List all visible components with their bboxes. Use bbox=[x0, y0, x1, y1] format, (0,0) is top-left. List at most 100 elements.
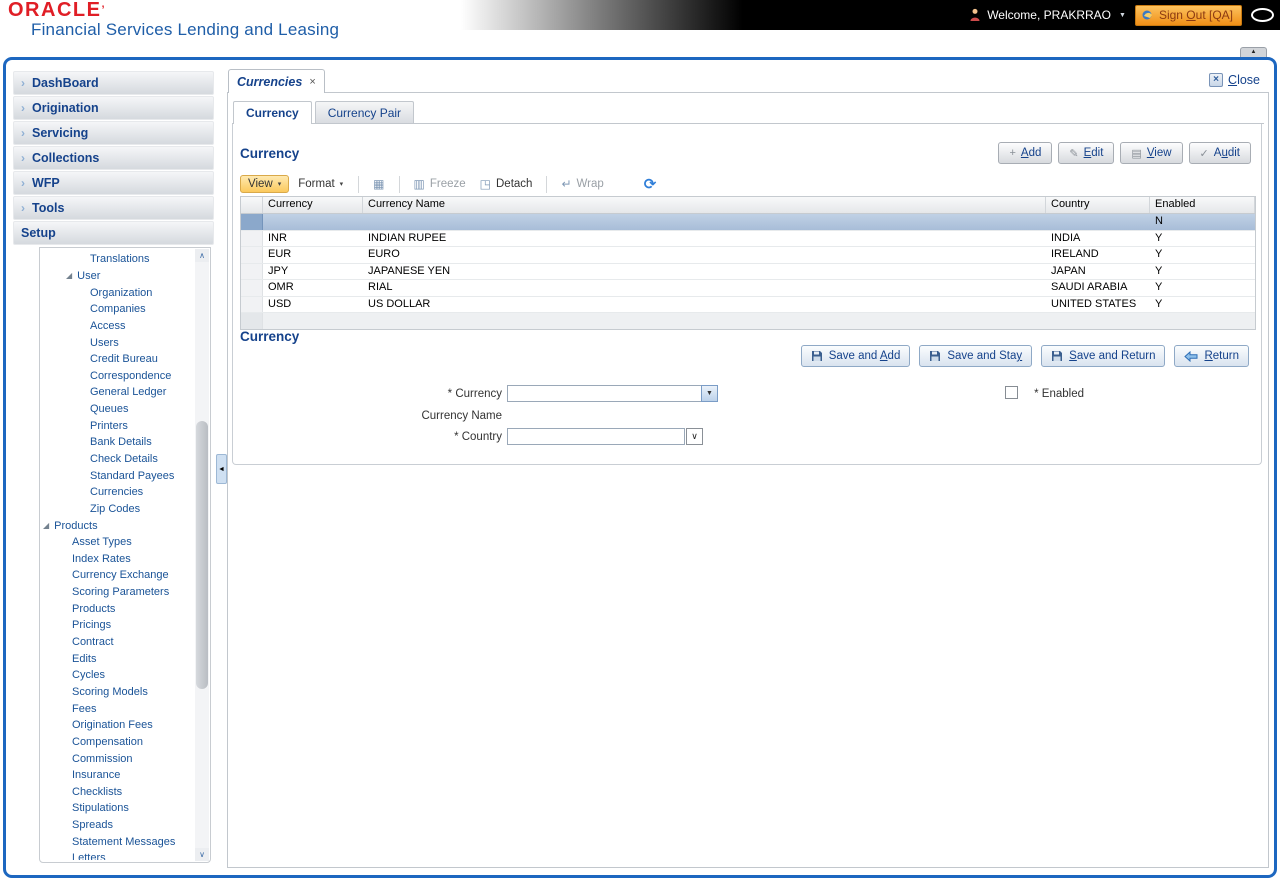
tree-item-contract[interactable]: Contract bbox=[40, 634, 194, 651]
currency-panel: Currency + Add ✎ Edit ▤ View ✓ Audit View ▾ F… bbox=[232, 124, 1262, 465]
return-arrow-icon bbox=[1184, 350, 1198, 362]
tree-item-queues[interactable]: Queues bbox=[40, 401, 194, 418]
tree-item-currencies[interactable]: Currencies bbox=[40, 484, 194, 501]
sidebar-item-collections[interactable]: › Collections bbox=[13, 146, 214, 170]
tab-close-icon[interactable]: × bbox=[309, 76, 315, 88]
currency-dropdown-button[interactable]: ▼ bbox=[701, 385, 718, 402]
audit-button[interactable]: ✓ Audit bbox=[1188, 142, 1251, 164]
add-button[interactable]: + Add bbox=[998, 142, 1053, 164]
tree-item-companies[interactable]: Companies bbox=[40, 301, 194, 318]
scroll-up-button[interactable]: ∧ bbox=[195, 249, 209, 262]
table-row[interactable]: EUR EURO IRELAND Y bbox=[241, 247, 1255, 264]
tree-item-users[interactable]: Users bbox=[40, 334, 194, 351]
tab-currencies[interactable]: Currencies × bbox=[228, 69, 325, 93]
filter-grid-icon: ▦ bbox=[373, 177, 385, 191]
session-status-icon[interactable] bbox=[1251, 8, 1274, 22]
column-header-enabled[interactable]: Enabled bbox=[1150, 197, 1255, 213]
tree-item-zip-codes[interactable]: Zip Codes bbox=[40, 501, 194, 518]
tree-item-origination-fees[interactable]: Origination Fees bbox=[40, 717, 194, 734]
tree-item-stipulations[interactable]: Stipulations bbox=[40, 800, 194, 817]
tree-item-correspondence[interactable]: Correspondence bbox=[40, 367, 194, 384]
chevron-right-icon: › bbox=[21, 101, 25, 115]
scroll-down-button[interactable]: ∨ bbox=[195, 848, 209, 861]
tab-currency[interactable]: Currency bbox=[233, 101, 312, 124]
currency-combobox: ▼ bbox=[507, 385, 718, 402]
close-button[interactable]: × Close bbox=[1209, 73, 1260, 87]
tree-item-translations[interactable]: Translations bbox=[40, 251, 194, 268]
refresh-button[interactable]: ⟳ bbox=[644, 175, 657, 193]
tab-currencies-label: Currencies bbox=[237, 74, 303, 89]
return-button[interactable]: Return bbox=[1174, 345, 1249, 367]
tree-item-user[interactable]: ◢ User bbox=[40, 268, 194, 285]
tree-item-spreads[interactable]: Spreads bbox=[40, 817, 194, 834]
table-row-selected[interactable]: N bbox=[241, 214, 1255, 231]
view-menu-button[interactable]: View ▾ bbox=[240, 175, 290, 193]
column-header-country[interactable]: Country bbox=[1046, 197, 1150, 213]
tree-expanded-icon[interactable]: ◢ bbox=[43, 521, 49, 530]
chevron-right-icon: › bbox=[21, 201, 25, 215]
tree-item-access[interactable]: Access bbox=[40, 318, 194, 335]
scrollbar-thumb[interactable] bbox=[196, 421, 208, 689]
tree-item-fees[interactable]: Fees bbox=[40, 700, 194, 717]
column-header-currency[interactable]: Currency bbox=[263, 197, 363, 213]
panel-collapse-handle[interactable]: ▲ bbox=[1240, 47, 1267, 57]
table-row[interactable]: OMR RIAL SAUDI ARABIA Y bbox=[241, 280, 1255, 297]
tree-item-products[interactable]: Products bbox=[40, 600, 194, 617]
tree-item-commission[interactable]: Commission bbox=[40, 750, 194, 767]
detach-button[interactable]: ◳ Detach bbox=[474, 175, 539, 193]
tree-scrollbar[interactable]: ∧ ∨ bbox=[195, 249, 209, 861]
splitter-collapse-handle[interactable]: ◄ bbox=[216, 454, 227, 484]
tree-item-products-group[interactable]: ◢ Products bbox=[40, 517, 194, 534]
enabled-checkbox[interactable] bbox=[1005, 386, 1018, 399]
sign-out-button[interactable]: Sign Out [QA] bbox=[1134, 4, 1242, 26]
wrap-arrow-icon: ↵ bbox=[561, 177, 572, 191]
tree-item-insurance[interactable]: Insurance bbox=[40, 767, 194, 784]
currency-input[interactable] bbox=[507, 385, 701, 402]
table-row[interactable]: USD US DOLLAR UNITED STATES Y bbox=[241, 296, 1255, 313]
tree-item-statement-messages[interactable]: Statement Messages bbox=[40, 833, 194, 850]
sidebar-item-tools[interactable]: › Tools bbox=[13, 196, 214, 220]
tree-item-check-details[interactable]: Check Details bbox=[40, 451, 194, 468]
sidebar-splitter[interactable]: ◄ bbox=[216, 60, 227, 875]
tree-item-cycles[interactable]: Cycles bbox=[40, 667, 194, 684]
tree-expanded-icon[interactable]: ◢ bbox=[66, 271, 72, 280]
save-and-return-button[interactable]: Save and Return bbox=[1041, 345, 1166, 367]
tree-item-pricings[interactable]: Pricings bbox=[40, 617, 194, 634]
sidebar-item-setup[interactable]: Setup bbox=[13, 221, 214, 245]
scroll-down-icon: ∨ bbox=[199, 850, 205, 859]
tree-item-bank-details[interactable]: Bank Details bbox=[40, 434, 194, 451]
tree-item-checklists[interactable]: Checklists bbox=[40, 784, 194, 801]
sidebar-item-dashboard[interactable]: › DashBoard bbox=[13, 71, 214, 95]
freeze-button[interactable]: ▥ Freeze bbox=[408, 175, 472, 193]
tree-item-scoring-models[interactable]: Scoring Models bbox=[40, 684, 194, 701]
save-and-add-button[interactable]: Save and Add bbox=[800, 345, 911, 367]
table-row[interactable]: JPY JAPANESE YEN JAPAN Y bbox=[241, 263, 1255, 280]
tree-item-edits[interactable]: Edits bbox=[40, 650, 194, 667]
tree-item-asset-types[interactable]: Asset Types bbox=[40, 534, 194, 551]
sidebar-item-origination[interactable]: › Origination bbox=[13, 96, 214, 120]
tree-item-currency-exchange[interactable]: Currency Exchange bbox=[40, 567, 194, 584]
country-input[interactable] bbox=[507, 428, 685, 445]
tree-item-organization[interactable]: Organization bbox=[40, 284, 194, 301]
query-by-example-button[interactable]: ▦ bbox=[367, 175, 390, 193]
sidebar-item-wfp[interactable]: › WFP bbox=[13, 171, 214, 195]
wrap-button[interactable]: ↵ Wrap bbox=[555, 175, 609, 193]
view-button[interactable]: ▤ View bbox=[1120, 142, 1183, 164]
tree-item-index-rates[interactable]: Index Rates bbox=[40, 551, 194, 568]
tree-item-compensation[interactable]: Compensation bbox=[40, 734, 194, 751]
column-header-currency-name[interactable]: Currency Name bbox=[363, 197, 1046, 213]
sidebar-item-servicing[interactable]: › Servicing bbox=[13, 121, 214, 145]
tab-currency-pair[interactable]: Currency Pair bbox=[314, 101, 415, 123]
edit-button[interactable]: ✎ Edit bbox=[1058, 142, 1115, 164]
tree-item-scoring-parameters[interactable]: Scoring Parameters bbox=[40, 584, 194, 601]
country-dropdown-button[interactable]: ∨ bbox=[686, 428, 703, 445]
tree-item-printers[interactable]: Printers bbox=[40, 417, 194, 434]
table-row[interactable]: INR INDIAN RUPEE INDIA Y bbox=[241, 230, 1255, 247]
save-and-stay-button[interactable]: Save and Stay bbox=[919, 345, 1033, 367]
welcome-menu[interactable]: Welcome, PRAKRRAO ▼ bbox=[969, 8, 1126, 22]
tree-item-letters[interactable]: Letters bbox=[40, 850, 194, 860]
tree-item-credit-bureau[interactable]: Credit Bureau bbox=[40, 351, 194, 368]
tree-item-general-ledger[interactable]: General Ledger bbox=[40, 384, 194, 401]
tree-item-standard-payees[interactable]: Standard Payees bbox=[40, 467, 194, 484]
format-menu-button[interactable]: Format ▾ bbox=[291, 176, 350, 192]
